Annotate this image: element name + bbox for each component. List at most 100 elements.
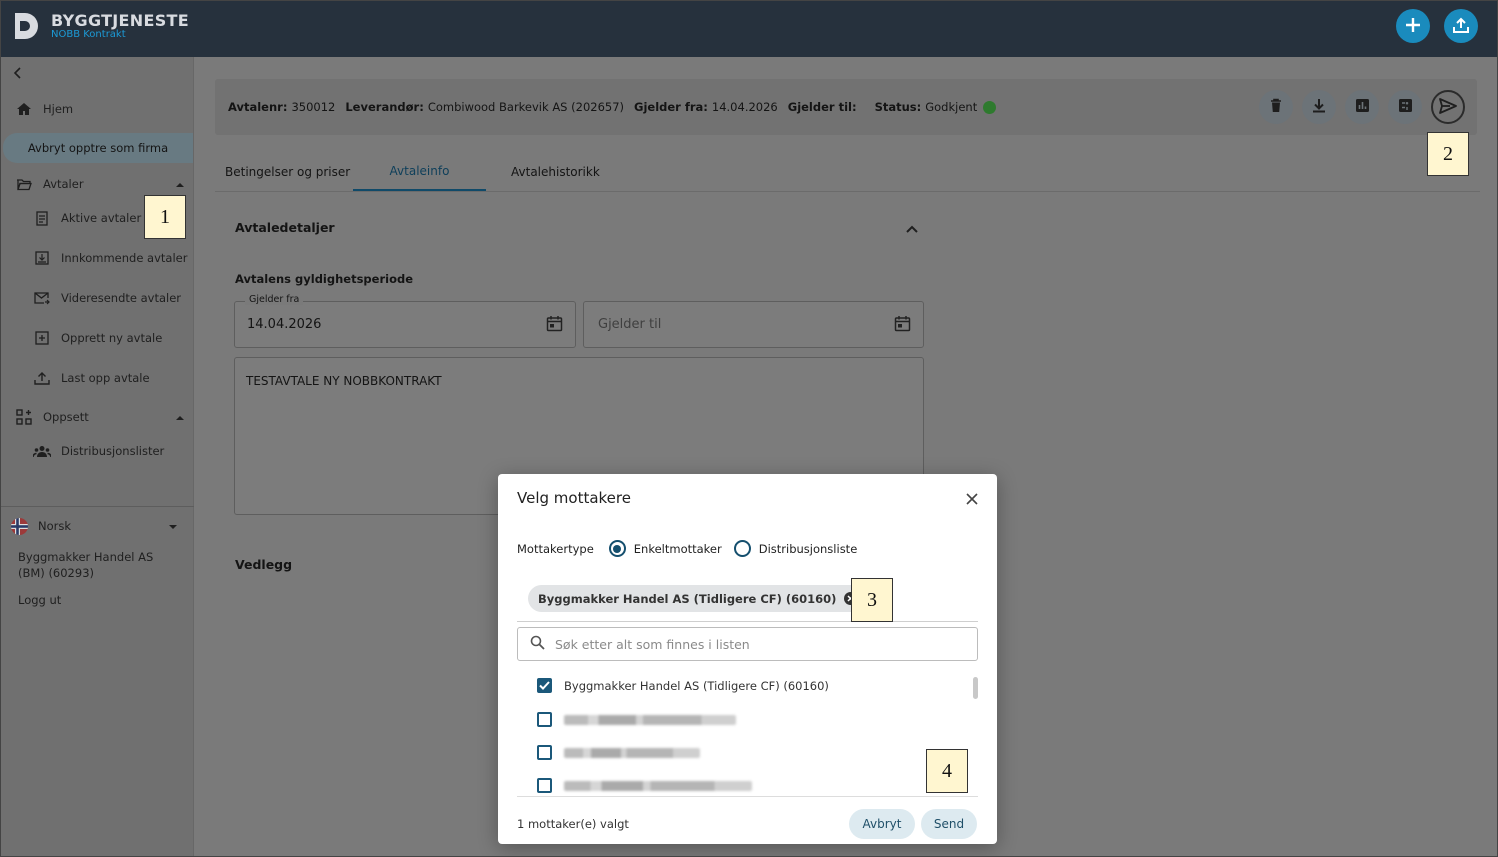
sidebar-item-label: Aktive avtaler <box>61 211 142 225</box>
list-item[interactable] <box>537 778 752 793</box>
language-selector[interactable]: Norsk <box>10 517 178 535</box>
valid-to-input[interactable]: Gjelder til <box>598 317 661 332</box>
send-recipients-button[interactable]: Send <box>921 809 977 839</box>
caret-down-icon <box>168 519 178 533</box>
sidebar-item-forwarded-agreements[interactable]: Videresendte avtaler <box>33 289 181 307</box>
sidebar-item-label: Opprett ny avtale <box>61 331 163 345</box>
brand-title: BYGGTJENESTE <box>51 10 189 30</box>
brand-logo[interactable]: BYGGTJENESTE NOBB Kontrakt <box>13 11 189 41</box>
valid-from-field[interactable]: Gjelder fra 14.04.2026 <box>234 294 576 348</box>
list-item[interactable] <box>537 745 700 760</box>
validity-period-title: Avtalens gyldighetsperiode <box>235 272 414 286</box>
sidebar-group-label: Avtaler <box>43 177 84 191</box>
inbox-download-icon <box>33 249 51 267</box>
supplier-value: Combiwood Barkevik AS (202657) <box>427 100 625 114</box>
redacted-item-label <box>564 780 752 791</box>
collapse-section-button[interactable] <box>906 222 918 236</box>
current-company: Byggmakker Handel AS (BM) (60293) <box>18 550 154 580</box>
attachments-title: Vedlegg <box>235 557 293 572</box>
cancel-button[interactable]: Avbryt <box>849 809 915 839</box>
add-button[interactable] <box>1396 9 1430 43</box>
tab-terms-prices[interactable]: Betingelser og priser <box>225 152 350 191</box>
valid-from-value: 14.04.2026 <box>711 100 778 114</box>
sidebar-item-label: Hjem <box>43 102 74 116</box>
sidebar-divider <box>1 506 194 507</box>
sidebar-group-setup[interactable]: Oppsett <box>15 408 185 426</box>
sidebar-item-label: Last opp avtale <box>61 371 150 385</box>
tab-agreement-history[interactable]: Avtalehistorikk <box>511 152 600 191</box>
selected-count: 1 mottaker(e) valgt <box>517 817 629 831</box>
valid-to-field[interactable]: Gjelder til <box>583 301 924 348</box>
home-icon <box>15 100 33 118</box>
stop-impersonate-button[interactable]: Avbryt opptre som firma <box>3 133 193 163</box>
chevron-left-icon <box>13 67 23 82</box>
close-icon <box>966 493 978 508</box>
dashboard-button[interactable] <box>1388 90 1422 124</box>
collapse-sidebar-button[interactable] <box>13 67 23 82</box>
checkbox[interactable] <box>537 745 552 760</box>
logo-icon <box>13 11 43 41</box>
recipient-list: Byggmakker Handel AS (Tidligere CF) (601… <box>517 669 978 797</box>
status-label: Status: <box>874 100 922 114</box>
upload-icon <box>1452 16 1470 37</box>
send-button[interactable] <box>1431 90 1465 124</box>
valid-from-input[interactable]: 14.04.2026 <box>247 317 321 332</box>
sidebar-group-label: Oppsett <box>43 410 89 424</box>
sidebar: Hjem Avbryt opptre som firma Avtaler Akt… <box>1 57 194 856</box>
sidebar-item-create-agreement[interactable]: Opprett ny avtale <box>33 329 162 347</box>
checkbox[interactable] <box>537 778 552 793</box>
calendar-icon[interactable] <box>546 315 563 335</box>
radio-single-recipient[interactable] <box>608 540 626 557</box>
groups-icon <box>33 442 51 460</box>
logout-link[interactable]: Logg ut <box>18 593 61 607</box>
checkbox-checked[interactable] <box>537 678 552 693</box>
agreement-no-label: Avtalenr: <box>228 100 288 114</box>
checkbox[interactable] <box>537 712 552 727</box>
norway-flag-icon <box>10 517 28 535</box>
upload-button[interactable] <box>1444 9 1478 43</box>
tab-bar: Betingelser og priser Avtaleinfo Avtaleh… <box>215 152 1480 192</box>
radio-single-label[interactable]: Enkeltmottaker <box>634 542 722 556</box>
caret-up-icon <box>175 410 185 424</box>
caret-up-icon <box>175 177 185 191</box>
sidebar-group-agreements[interactable]: Avtaler <box>15 175 185 193</box>
download-icon <box>1312 98 1326 116</box>
calendar-icon[interactable] <box>894 315 911 335</box>
sidebar-item-distribution-lists[interactable]: Distribusjonslister <box>33 442 164 460</box>
sidebar-item-label: Videresendte avtaler <box>61 291 182 305</box>
recipient-chip: Byggmakker Handel AS (Tidligere CF) (601… <box>528 585 866 612</box>
app-window: BYGGTJENESTE NOBB Kontrakt Hjem Avbryt o… <box>0 0 1498 857</box>
brand-subtitle: NOBB Kontrakt <box>51 28 126 40</box>
upload-icon <box>33 369 51 387</box>
valid-to-label: Gjelder til: <box>787 100 857 114</box>
recipient-search-field[interactable]: Søk etter alt som finnes i listen <box>517 627 978 661</box>
search-input[interactable]: Søk etter alt som finnes i listen <box>555 637 750 652</box>
close-dialog-button[interactable] <box>966 493 978 508</box>
recipient-type-label: Mottakertype <box>517 541 594 556</box>
radio-list-label[interactable]: Distribusjonsliste <box>759 542 858 556</box>
tab-agreement-info[interactable]: Avtaleinfo <box>353 152 486 191</box>
list-item-label: Byggmakker Handel AS (Tidligere CF) (601… <box>564 678 829 693</box>
sidebar-item-home[interactable]: Hjem <box>15 100 73 118</box>
valid-from-field-label: Gjelder fra <box>245 294 304 305</box>
delete-button[interactable] <box>1259 90 1293 124</box>
list-item[interactable]: Byggmakker Handel AS (Tidligere CF) (601… <box>537 678 829 693</box>
callout-3: 3 <box>851 578 893 622</box>
sidebar-item-incoming-agreements[interactable]: Innkommende avtaler <box>33 249 187 267</box>
list-item[interactable] <box>537 712 736 727</box>
download-button[interactable] <box>1302 90 1336 124</box>
widgets-icon <box>15 408 33 426</box>
status-value: Godkjent <box>925 100 978 114</box>
callout-4: 4 <box>926 749 968 793</box>
sidebar-item-active-agreements[interactable]: Aktive avtaler <box>33 209 141 227</box>
plus-icon <box>1404 16 1422 37</box>
list-scrollbar[interactable] <box>973 677 978 699</box>
send-icon <box>1439 97 1457 117</box>
description-text: TESTAVTALE NY NOBBKONTRAKT <box>246 374 442 388</box>
statistics-button[interactable] <box>1345 90 1379 124</box>
radio-distribution-list[interactable] <box>733 540 751 557</box>
redacted-item-label <box>564 714 736 725</box>
selected-recipients-box: Byggmakker Handel AS (Tidligere CF) (601… <box>517 576 978 622</box>
sidebar-item-upload-agreement[interactable]: Last opp avtale <box>33 369 150 387</box>
chart-icon <box>1355 98 1370 116</box>
